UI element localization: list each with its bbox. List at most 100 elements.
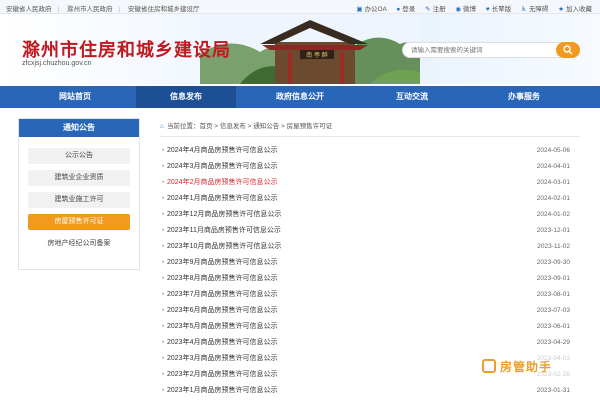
main-nav: 网站首页 信息发布 政府信息公开 互动交流 办事服务 bbox=[0, 86, 600, 108]
list-item-date: 2023-12-01 bbox=[536, 227, 570, 234]
watermark: 房管助手 bbox=[476, 352, 588, 380]
list-item-date: 2023-09-30 bbox=[536, 259, 570, 266]
bullet-icon: • bbox=[162, 164, 165, 170]
divider bbox=[160, 136, 580, 137]
list-item-title[interactable]: 2024年2月商品房预售许可信息公示 bbox=[167, 176, 277, 190]
weibo-icon: ◉ bbox=[455, 6, 462, 13]
list-item[interactable]: • 2023年10月商品房预售许可信息公示 2023-11-02 bbox=[160, 240, 580, 254]
watermark-text: 房管助手 bbox=[500, 360, 553, 374]
star-icon: ★ bbox=[558, 6, 564, 13]
oa-link[interactable]: ▣ 办公OA bbox=[356, 6, 386, 13]
list-item-date: 2024-05-06 bbox=[536, 147, 570, 154]
list-item[interactable]: • 2023年7月商品房预售许可信息公示 2023-08-01 bbox=[160, 288, 580, 302]
separator: | bbox=[118, 6, 121, 13]
list-item[interactable]: • 2024年1月商品房预售许可信息公示 2024-02-01 bbox=[160, 192, 580, 206]
list-item-title[interactable]: 2023年4月商品房预售许可信息公示 bbox=[167, 336, 277, 350]
list-item-title[interactable]: 2024年1月商品房预售许可信息公示 bbox=[167, 192, 277, 206]
sidebar-item-construction-qualification[interactable]: 建筑业企业资质 bbox=[28, 170, 130, 186]
list-item-date: 2023-08-01 bbox=[536, 291, 570, 298]
list-item[interactable]: • 2024年3月商品房预售许可信息公示 2024-04-01 bbox=[160, 160, 580, 174]
list-item[interactable]: • 2023年11月商品房预售许可信息公示 2023-12-01 bbox=[160, 224, 580, 238]
bullet-icon: • bbox=[162, 308, 165, 314]
search-button[interactable] bbox=[556, 42, 580, 58]
list-item-title[interactable]: 2023年8月商品房预售许可信息公示 bbox=[167, 272, 277, 286]
list-item-title[interactable]: 2023年1月商品房预售许可信息公示 bbox=[167, 384, 277, 398]
breadcrumb: ⌂ 当前位置：首页 > 信息发布 > 通知公告 > 房屋预售许可证 bbox=[160, 120, 580, 134]
bullet-icon: • bbox=[162, 180, 165, 186]
list-item-date: 2024-02-01 bbox=[536, 195, 570, 202]
list-item-date: 2023-01-31 bbox=[536, 387, 570, 394]
site-domain: zfcxjsj.chuzhou.gov.cn bbox=[22, 60, 92, 67]
list-item-date: 2023-09-01 bbox=[536, 275, 570, 282]
login-link[interactable]: ● 登录 bbox=[396, 6, 415, 13]
list-item-title[interactable]: 2023年11月商品房预售许可信息公示 bbox=[167, 224, 281, 238]
list-item-date: 2023-07-03 bbox=[536, 307, 570, 314]
list-item-title[interactable]: 2023年6月商品房预售许可信息公示 bbox=[167, 304, 277, 318]
elder-icon: ♥ bbox=[485, 6, 490, 13]
link-anhui-housing[interactable]: 安徽省住房和城乡建设厅 bbox=[128, 6, 200, 13]
list-item-title[interactable]: 2023年12月商品房预售许可信息公示 bbox=[167, 208, 281, 222]
sidebar-item-announcements[interactable]: 公示公告 bbox=[28, 148, 130, 164]
sidebar-item-presale-permit[interactable]: 房屋预售许可证 bbox=[28, 214, 130, 230]
sidebar-title: 通知公告 bbox=[19, 119, 139, 137]
bullet-icon: • bbox=[162, 356, 165, 362]
bullet-icon: • bbox=[162, 196, 165, 202]
accessibility-icon: ♿ bbox=[521, 6, 527, 13]
separator: | bbox=[57, 6, 60, 13]
pavilion-banner-image: 南 亭 醉 bbox=[200, 14, 420, 84]
breadcrumb-prefix: 当前位置： bbox=[166, 123, 200, 130]
nav-home[interactable]: 网站首页 bbox=[25, 86, 125, 108]
breadcrumb-path[interactable]: 首页 > 信息发布 > 通知公告 > 房屋预售许可证 bbox=[199, 123, 332, 130]
list-item-title[interactable]: 2023年3月商品房预售许可信息公示 bbox=[167, 352, 277, 366]
pavilion-plaque-text: 南 亭 醉 bbox=[306, 51, 328, 59]
nav-gov-info-disclosure[interactable]: 政府信息公开 bbox=[250, 86, 350, 108]
list-item[interactable]: • 2023年12月商品房预售许可信息公示 2024-01-02 bbox=[160, 208, 580, 222]
list-item[interactable]: • 2023年4月商品房预售许可信息公示 2023-04-29 bbox=[160, 336, 580, 350]
weibo-link[interactable]: ◉ 微博 bbox=[455, 6, 476, 13]
sidebar-item-construction-permit[interactable]: 建筑业施工许可 bbox=[28, 192, 130, 208]
sidebar-item-agency-filing[interactable]: 房地产经纪公司备案 bbox=[28, 236, 130, 252]
nav-interaction[interactable]: 互动交流 bbox=[362, 86, 462, 108]
link-anhui-gov[interactable]: 安徽省人民政府 bbox=[6, 6, 52, 13]
bullet-icon: • bbox=[162, 324, 165, 330]
top-links-bar: 安徽省人民政府 | 滁州市人民政府 | 安徽省住房和城乡建设厅 ▣ 办公OA ● 登录 … bbox=[0, 0, 600, 14]
favorite-link[interactable]: ★ 加入收藏 bbox=[558, 6, 592, 13]
list-item[interactable]: • 2024年4月商品房预售许可信息公示 2024-05-06 bbox=[160, 144, 580, 158]
pen-icon: ✎ bbox=[425, 6, 431, 13]
list-item-title[interactable]: 2023年5月商品房预售许可信息公示 bbox=[167, 320, 277, 334]
list-item-title[interactable]: 2023年7月商品房预售许可信息公示 bbox=[167, 288, 277, 302]
list-item[interactable]: • 2023年8月商品房预售许可信息公示 2023-09-01 bbox=[160, 272, 580, 286]
bullet-icon: • bbox=[162, 372, 165, 378]
accessibility-link[interactable]: ♿ 无障碍 bbox=[521, 6, 548, 13]
search-input[interactable] bbox=[411, 45, 551, 56]
list-item-title[interactable]: 2024年4月商品房预售许可信息公示 bbox=[167, 144, 277, 158]
app-logo-icon bbox=[482, 359, 496, 373]
home-icon: ⌂ bbox=[160, 123, 164, 130]
list-item-title[interactable]: 2023年10月商品房预售许可信息公示 bbox=[167, 240, 281, 254]
list-item-date: 2023-04-29 bbox=[536, 339, 570, 346]
nav-services[interactable]: 办事服务 bbox=[474, 86, 574, 108]
list-item-title[interactable]: 2024年3月商品房预售许可信息公示 bbox=[167, 160, 277, 174]
list-item-date: 2024-01-02 bbox=[536, 211, 570, 218]
list-item[interactable]: • 2024年2月商品房预售许可信息公示 2024-03-01 bbox=[160, 176, 580, 190]
search-icon bbox=[563, 45, 573, 55]
list-item[interactable]: • 2023年9月商品房预售许可信息公示 2023-09-30 bbox=[160, 256, 580, 270]
bullet-icon: • bbox=[162, 212, 165, 218]
sidebar: 通知公告 公示公告 建筑业企业资质 建筑业施工许可 房屋预售许可证 房地产经纪公… bbox=[18, 118, 140, 270]
nav-info-release[interactable]: 信息发布 bbox=[136, 86, 236, 108]
site-title: 滁州市住房和城乡建设局 bbox=[22, 40, 231, 61]
list-item[interactable]: • 2023年1月商品房预售许可信息公示 2023-01-31 bbox=[160, 384, 580, 398]
list-item-date: 2024-04-01 bbox=[536, 163, 570, 170]
list-item-date: 2023-11-02 bbox=[537, 243, 570, 250]
list-item-date: 2024-03-01 bbox=[536, 179, 570, 186]
search-box bbox=[402, 42, 580, 58]
register-link[interactable]: ✎ 注册 bbox=[425, 6, 445, 13]
list-item[interactable]: • 2023年6月商品房预售许可信息公示 2023-07-03 bbox=[160, 304, 580, 318]
list-item-title[interactable]: 2023年9月商品房预售许可信息公示 bbox=[167, 256, 277, 270]
list-item-title[interactable]: 2023年2月商品房预售许可信息公示 bbox=[167, 368, 277, 382]
list-item[interactable]: • 2023年5月商品房预售许可信息公示 2023-06-01 bbox=[160, 320, 580, 334]
bullet-icon: • bbox=[162, 276, 165, 282]
bullet-icon: • bbox=[162, 340, 165, 346]
link-chuzhou-gov[interactable]: 滁州市人民政府 bbox=[67, 6, 113, 13]
elder-mode-link[interactable]: ♥ 长辈版 bbox=[486, 6, 511, 13]
